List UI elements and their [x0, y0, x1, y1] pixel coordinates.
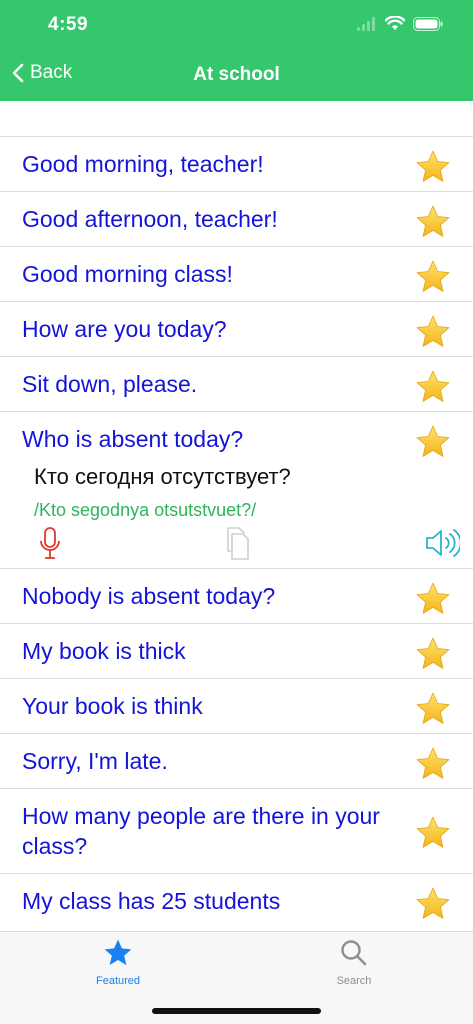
phrase-actions: [0, 522, 473, 568]
phrase-text: Your book is think: [22, 693, 203, 719]
star-icon[interactable]: [415, 369, 451, 405]
phrase-row[interactable]: Good afternoon, teacher!: [0, 191, 473, 246]
phrase-row[interactable]: How are you today?: [0, 301, 473, 356]
star-icon[interactable]: [415, 691, 451, 727]
star-icon[interactable]: [415, 815, 451, 851]
star-icon[interactable]: [415, 259, 451, 295]
phrase-text: Who is absent today?: [22, 426, 244, 452]
star-icon[interactable]: [415, 636, 451, 672]
status-time: 4:59: [48, 14, 89, 35]
phrase-text: Good morning, teacher!: [22, 151, 264, 177]
star-icon[interactable]: [415, 581, 451, 617]
star-icon[interactable]: [415, 886, 451, 922]
page-title: At school: [193, 64, 280, 85]
phrase-text: Nobody is absent today?: [22, 583, 276, 609]
home-indicator: [152, 1008, 321, 1014]
star-icon[interactable]: [415, 149, 451, 185]
star-icon[interactable]: [415, 424, 451, 460]
translation-text: Кто сегодня отсутствует?: [34, 464, 291, 489]
tab-search-label: Search: [336, 975, 372, 987]
phrase-row[interactable]: Sit down, please.: [0, 356, 473, 411]
tab-featured-label: Featured: [95, 975, 141, 987]
phrase-row[interactable]: Good morning, teacher!: [0, 136, 473, 191]
star-icon[interactable]: [415, 204, 451, 240]
phrase-row[interactable]: Nobody is absent today?: [0, 568, 473, 623]
phrase-list: Good morning, teacher! Good afternoon, t…: [0, 136, 473, 928]
copy-icon[interactable]: [222, 526, 252, 562]
transliteration-text: /Kto segodnya otsutstvuet?/: [34, 500, 257, 520]
phrase-text: My book is thick: [22, 638, 186, 664]
phrase-row[interactable]: Sorry, I'm late.: [0, 733, 473, 788]
phrase-text: How are you today?: [22, 316, 227, 342]
phrase-text: Good morning class!: [22, 261, 233, 287]
phrase-row[interactable]: Good morning class!: [0, 246, 473, 301]
phrase-text: Sit down, please.: [22, 371, 198, 397]
wifi-icon: [385, 16, 405, 30]
signal-icon: [357, 16, 375, 31]
phrase-row[interactable]: Your book is think: [0, 678, 473, 733]
phrase-row-expanded[interactable]: Who is absent today? Кто сегодня отсутст…: [0, 411, 473, 568]
star-icon[interactable]: [415, 746, 451, 782]
speaker-icon[interactable]: [424, 528, 460, 558]
navigation-header: 4:59 Back At school: [0, 0, 473, 101]
star-filled-icon: [104, 939, 132, 965]
phrase-text: Sorry, I'm late.: [22, 748, 168, 774]
tab-featured[interactable]: Featured: [58, 938, 178, 987]
phrase-row[interactable]: How many people are there in your class?: [0, 788, 473, 873]
tab-search[interactable]: Search: [294, 938, 414, 987]
search-icon: [341, 940, 367, 966]
phrase-text: My class has 25 students: [22, 888, 281, 914]
phrase-row[interactable]: My book is thick: [0, 623, 473, 678]
status-icons: [357, 16, 443, 31]
battery-icon: [413, 16, 443, 31]
phrase-text: Good afternoon, teacher!: [22, 206, 278, 232]
phrase-text: How many people are there in your class?: [22, 803, 380, 859]
microphone-icon[interactable]: [38, 526, 62, 562]
phrase-row[interactable]: My class has 25 students: [0, 873, 473, 928]
star-icon[interactable]: [415, 314, 451, 350]
